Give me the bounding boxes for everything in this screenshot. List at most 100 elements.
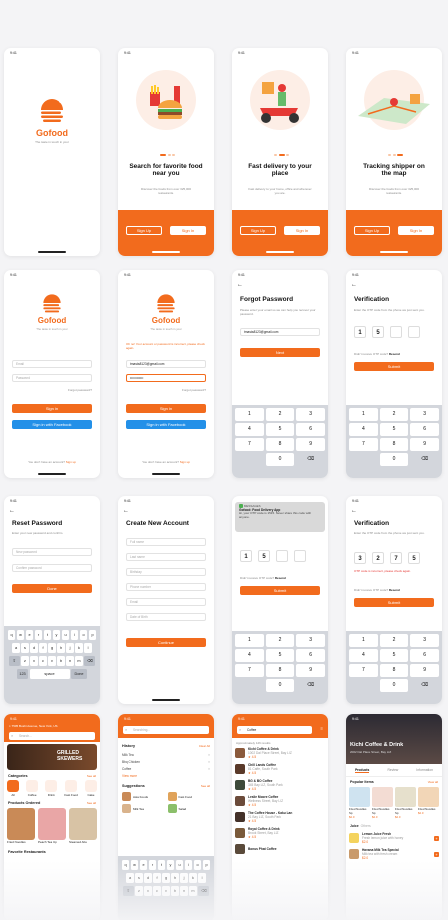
- key-0[interactable]: 0: [379, 679, 409, 692]
- otp-digit[interactable]: 3: [354, 552, 366, 564]
- key-6[interactable]: 6: [410, 649, 439, 662]
- key-h[interactable]: h: [57, 643, 65, 653]
- key-5[interactable]: 5: [265, 423, 295, 436]
- popular-item[interactable]: Fried Noodles Sp $2.0: [349, 787, 370, 819]
- filter-icon[interactable]: ☰: [320, 727, 323, 731]
- done-button[interactable]: Done: [12, 584, 92, 593]
- key-5[interactable]: 5: [379, 423, 409, 436]
- key-3[interactable]: 3: [410, 634, 439, 647]
- otp-digit[interactable]: 1: [354, 326, 366, 338]
- result-item[interactable]: Leslie Moore Coffee Wellness Street, Bay …: [235, 795, 325, 807]
- key-8[interactable]: 8: [265, 438, 295, 451]
- result-item[interactable]: BG & BO Coffee 345 Bay LIZ, South Park ★ 4…: [235, 779, 325, 791]
- key-1[interactable]: 1: [349, 634, 378, 647]
- add-to-cart-button[interactable]: +: [434, 835, 439, 841]
- search-input[interactable]: Searching...: [123, 726, 209, 734]
- submit-button[interactable]: Submit: [354, 362, 434, 371]
- key-7[interactable]: 7: [349, 664, 378, 677]
- key-g[interactable]: g: [48, 643, 56, 653]
- new-password-field[interactable]: New password: [12, 548, 92, 556]
- key-s[interactable]: s: [21, 643, 29, 653]
- delete-key[interactable]: ⌫: [84, 656, 96, 666]
- otp-digit[interactable]: [390, 326, 402, 338]
- key-7[interactable]: 7: [235, 664, 264, 677]
- numbers-key[interactable]: 123: [17, 669, 28, 679]
- menu-item[interactable]: Havana Milk Tea Special Milk tea with fre…: [349, 848, 439, 860]
- key-f[interactable]: f: [39, 643, 47, 653]
- sign-in-button[interactable]: Sign in: [126, 404, 206, 413]
- popular-item[interactable]: Fried Noodles Sp $2.0: [372, 787, 393, 819]
- suggestion-item[interactable]: Salad: [167, 804, 211, 813]
- continue-button[interactable]: Continue: [126, 638, 206, 647]
- category-drink[interactable]: Drink: [45, 780, 58, 797]
- back-arrow-icon[interactable]: ←: [351, 508, 357, 514]
- resend-link[interactable]: Resend: [389, 352, 400, 356]
- key-1[interactable]: 1: [235, 634, 264, 647]
- key-2[interactable]: 2: [265, 634, 295, 647]
- key-3[interactable]: 3: [296, 408, 325, 421]
- product-card[interactable]: Peach Tea Up: [38, 808, 66, 844]
- key-i[interactable]: i: [70, 630, 79, 640]
- key-8[interactable]: 8: [379, 664, 409, 677]
- otp-digit[interactable]: 1: [240, 550, 252, 562]
- sign-up-button[interactable]: Sign Up: [240, 226, 276, 235]
- result-item[interactable]: Chill Lands Coffee 81 Caffe, South Park ★ …: [235, 763, 325, 775]
- key-e[interactable]: e: [25, 630, 34, 640]
- forgot-password-link[interactable]: Forgot password?: [182, 388, 206, 392]
- key-p[interactable]: p: [88, 630, 97, 640]
- see-all-link[interactable]: See all: [87, 774, 96, 778]
- sign-up-link[interactable]: Sign up: [66, 460, 76, 464]
- key-w[interactable]: w: [16, 630, 25, 640]
- otp-digit[interactable]: 5: [258, 550, 270, 562]
- key-r[interactable]: r: [34, 630, 43, 640]
- backspace-key[interactable]: ⌫: [296, 453, 325, 466]
- category-all[interactable]: All: [7, 780, 19, 797]
- done-key[interactable]: Done: [71, 669, 87, 679]
- confirm-password-field[interactable]: Confirm password: [12, 564, 92, 572]
- submit-button[interactable]: Submit: [240, 586, 320, 595]
- key-6[interactable]: 6: [296, 649, 325, 662]
- sign-up-link[interactable]: Sign up: [180, 460, 190, 464]
- key-t[interactable]: t: [43, 630, 52, 640]
- key-y[interactable]: y: [52, 630, 61, 640]
- suggestion-item[interactable]: Fast Food: [167, 792, 211, 801]
- sign-up-button[interactable]: Sign Up: [354, 226, 390, 235]
- key-0[interactable]: 0: [265, 453, 295, 466]
- otp-digit[interactable]: [294, 550, 306, 562]
- key-4[interactable]: 4: [235, 649, 264, 662]
- category-coffee[interactable]: Coffee: [26, 780, 39, 797]
- key-v[interactable]: v: [48, 656, 56, 666]
- back-arrow-icon[interactable]: ←: [9, 508, 15, 514]
- key-d[interactable]: d: [30, 643, 38, 653]
- category-cake[interactable]: Cake: [84, 780, 97, 797]
- see-all-link[interactable]: See all: [201, 784, 210, 788]
- key-b[interactable]: b: [57, 656, 65, 666]
- key-m[interactable]: m: [75, 656, 83, 666]
- sign-in-button[interactable]: Sign In: [170, 226, 206, 235]
- key-0[interactable]: 0: [265, 679, 295, 692]
- otp-digit[interactable]: 7: [390, 552, 402, 564]
- tab-information[interactable]: Information: [416, 768, 433, 773]
- sign-up-button[interactable]: Sign Up: [126, 226, 162, 235]
- product-card[interactable]: Fried Noodles: [7, 808, 35, 844]
- popular-item[interactable]: Fried Noodles $2.0: [418, 787, 439, 819]
- key-z[interactable]: z: [21, 656, 29, 666]
- last-name-field[interactable]: Last name: [126, 553, 206, 561]
- key-n[interactable]: n: [66, 656, 74, 666]
- back-arrow-icon[interactable]: ←: [351, 282, 357, 288]
- email-field[interactable]: Email: [12, 360, 92, 368]
- key-1[interactable]: 1: [349, 408, 378, 421]
- shift-key[interactable]: ⇧: [8, 656, 20, 666]
- birthday-field[interactable]: Birthday: [126, 568, 206, 576]
- product-card[interactable]: Steamed Abu: [69, 808, 97, 844]
- result-item[interactable]: Kichi Coffee & Drink 1002 Dal Place Stree…: [235, 747, 325, 759]
- history-item[interactable]: Coffee ×: [122, 766, 210, 773]
- key-7[interactable]: 7: [235, 438, 264, 451]
- view-all-link[interactable]: View all: [428, 780, 438, 784]
- email-field[interactable]: Email: [126, 598, 206, 606]
- key-9[interactable]: 9: [410, 438, 439, 451]
- otp-digit[interactable]: 5: [372, 326, 384, 338]
- key-2[interactable]: 2: [379, 634, 409, 647]
- dob-field[interactable]: Date of Birth: [126, 613, 206, 621]
- sign-in-button[interactable]: Sign In: [398, 226, 434, 235]
